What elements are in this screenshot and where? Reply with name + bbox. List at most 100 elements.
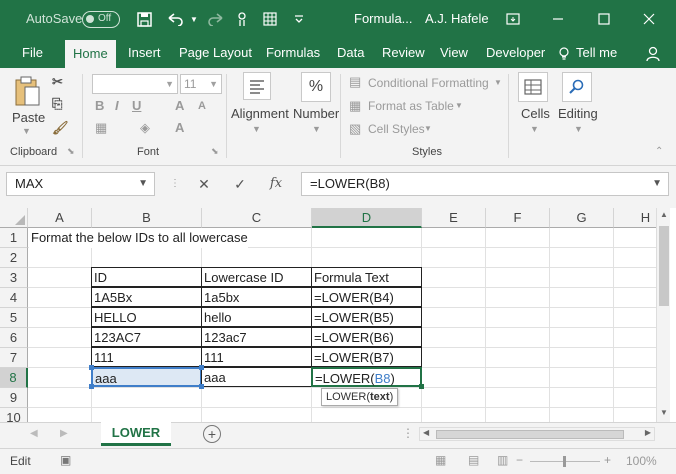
column-header-b[interactable]: B — [92, 208, 202, 228]
editing-label[interactable]: Editing — [558, 106, 598, 121]
tab-split-handle-icon[interactable]: ⋮ — [402, 426, 414, 440]
scroll-down-icon[interactable]: ▼ — [660, 408, 668, 417]
collapse-ribbon-icon[interactable]: ⌃ — [655, 146, 663, 157]
tab-view[interactable]: View — [440, 38, 468, 68]
column-header-a[interactable]: A — [28, 208, 92, 228]
account-icon[interactable] — [645, 38, 661, 68]
table-cell[interactable]: 1a5bx — [201, 287, 312, 307]
cell-styles-label[interactable]: Cell Styles — [368, 122, 425, 136]
fill-color-icon[interactable]: ◈ — [140, 120, 150, 136]
row-header-10[interactable]: 10 — [0, 408, 28, 422]
cells-label[interactable]: Cells — [521, 106, 550, 121]
underline-icon[interactable]: U — [132, 98, 141, 113]
increase-font-icon[interactable]: A — [175, 98, 184, 113]
scroll-left-icon[interactable]: ◀ — [423, 428, 429, 437]
reference-handle[interactable] — [199, 365, 204, 370]
zoom-slider-thumb[interactable] — [563, 456, 566, 467]
scroll-right-icon[interactable]: ▶ — [645, 428, 651, 437]
row-header-4[interactable]: 4 — [0, 288, 28, 308]
editing-dropdown-icon[interactable]: ▼ — [574, 124, 583, 134]
redo-icon[interactable] — [206, 0, 226, 38]
conditional-formatting-label[interactable]: Conditional Formatting — [368, 76, 489, 90]
formula-input[interactable]: =LOWER(B8) ▼ — [301, 172, 669, 196]
table-cell[interactable]: =LOWER(B5) — [311, 307, 422, 327]
cut-icon[interactable]: ✂ — [52, 74, 63, 90]
reference-handle[interactable] — [89, 365, 94, 370]
prev-sheet-icon[interactable]: ◀ — [30, 428, 38, 439]
font-name-combo[interactable]: ▼ — [92, 74, 178, 94]
new-sheet-button[interactable]: + — [203, 425, 221, 443]
column-header-c[interactable]: C — [202, 208, 312, 228]
borders-icon[interactable]: ▦ — [95, 120, 107, 136]
paste-icon[interactable] — [10, 74, 44, 108]
customize-qat-icon[interactable] — [292, 0, 306, 38]
more-options-icon[interactable]: ⋮ — [163, 172, 187, 196]
zoom-in-icon[interactable]: + — [604, 453, 611, 467]
font-color-icon[interactable]: A — [175, 120, 184, 135]
fill-handle[interactable] — [419, 384, 424, 389]
name-box[interactable]: MAX ▼ — [6, 172, 155, 196]
cells-dropdown-icon[interactable]: ▼ — [530, 124, 539, 134]
page-layout-view-icon[interactable]: ▤ — [468, 453, 479, 467]
italic-icon[interactable]: I — [115, 98, 119, 113]
row-header-7[interactable]: 7 — [0, 348, 28, 368]
find-icon[interactable] — [562, 72, 592, 102]
column-header-e[interactable]: E — [422, 208, 486, 228]
tell-me-search[interactable]: Tell me — [576, 38, 617, 68]
cell-b8-referenced[interactable]: aaa — [91, 367, 202, 387]
table-cell[interactable]: =LOWER(B7) — [311, 347, 422, 367]
tab-page-layout[interactable]: Page Layout — [179, 38, 252, 68]
column-header-h[interactable]: H — [614, 208, 656, 228]
tab-review[interactable]: Review — [382, 38, 425, 68]
table-cell[interactable]: HELLO — [91, 307, 202, 327]
number-label[interactable]: Number — [293, 106, 339, 121]
column-header-f[interactable]: F — [486, 208, 550, 228]
function-tooltip[interactable]: LOWER(text) — [321, 388, 399, 406]
autosave-toggle[interactable]: Off — [82, 11, 120, 28]
table-header-formula-text[interactable]: Formula Text — [311, 267, 422, 287]
table-cell[interactable]: 1A5Bx — [91, 287, 202, 307]
table-cell[interactable]: 123AC7 — [91, 327, 202, 347]
active-cell-d8[interactable]: =LOWER(B8) — [311, 367, 422, 387]
tab-file[interactable]: File — [22, 38, 43, 68]
cancel-formula-icon[interactable]: ✕ — [192, 172, 216, 196]
font-launcher-icon[interactable]: ⬊ — [211, 146, 219, 157]
select-all-corner[interactable] — [0, 208, 28, 228]
row-header-1[interactable]: 1 — [0, 228, 28, 248]
undo-dropdown-icon[interactable]: ▼ — [188, 0, 200, 38]
cells-icon[interactable] — [518, 72, 548, 102]
row-header-2[interactable]: 2 — [0, 248, 28, 268]
tab-data[interactable]: Data — [337, 38, 364, 68]
undo-icon[interactable] — [163, 0, 187, 38]
table-cell[interactable]: hello — [201, 307, 312, 327]
zoom-out-icon[interactable]: − — [516, 453, 523, 467]
tab-insert[interactable]: Insert — [128, 38, 161, 68]
row-header-9[interactable]: 9 — [0, 388, 28, 408]
maximize-icon[interactable] — [596, 0, 612, 38]
number-dropdown-icon[interactable]: ▼ — [312, 124, 321, 134]
decrease-font-icon[interactable]: A — [198, 100, 206, 112]
table-cell[interactable]: 123ac7 — [201, 327, 312, 347]
reference-handle[interactable] — [89, 384, 94, 389]
table-header-id[interactable]: ID — [91, 267, 202, 287]
cell-a1[interactable]: Format the below IDs to all lowercase — [29, 228, 248, 248]
vertical-scroll-thumb[interactable] — [659, 226, 669, 306]
table-cell[interactable]: =LOWER(B4) — [311, 287, 422, 307]
horizontal-scroll-thumb[interactable] — [436, 430, 624, 439]
sheet-tab-lower[interactable]: LOWER — [101, 422, 171, 446]
minimize-icon[interactable] — [550, 0, 566, 38]
table-cell[interactable]: 111 — [91, 347, 202, 367]
save-icon[interactable] — [134, 0, 154, 38]
table-cell[interactable]: 111 — [201, 347, 312, 367]
tab-formulas[interactable]: Formulas — [266, 38, 320, 68]
insert-function-icon[interactable]: fx — [264, 172, 288, 196]
page-break-view-icon[interactable]: ▥ — [497, 453, 508, 467]
zoom-level[interactable]: 100% — [626, 454, 657, 468]
column-header-g[interactable]: G — [550, 208, 614, 228]
format-painter-icon[interactable]: 🖌 — [52, 120, 69, 136]
alignment-icon[interactable] — [243, 72, 271, 100]
expand-formula-bar-icon[interactable]: ▼ — [652, 173, 662, 195]
percent-icon[interactable]: % — [301, 72, 331, 102]
row-header-3[interactable]: 3 — [0, 268, 28, 288]
column-header-d[interactable]: D — [312, 208, 422, 228]
